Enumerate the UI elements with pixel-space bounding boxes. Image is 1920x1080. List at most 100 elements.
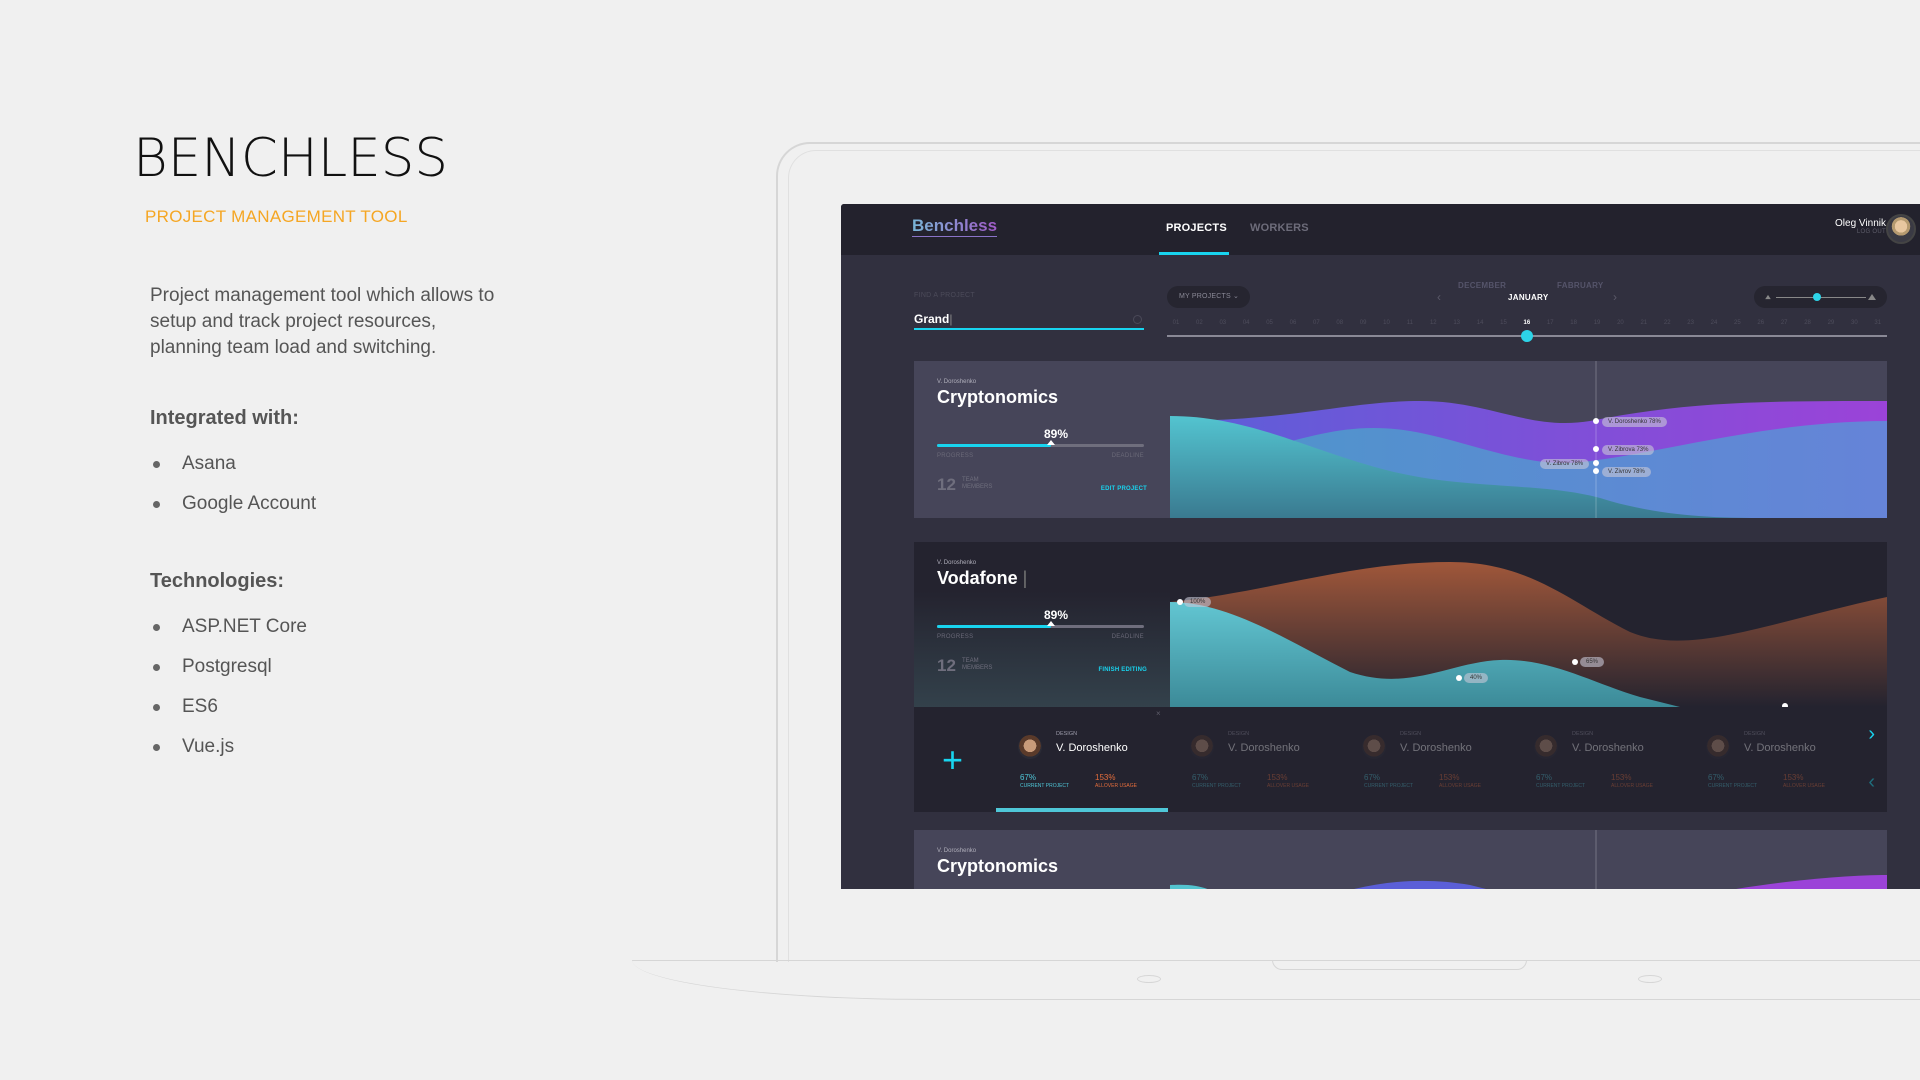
timeline-track[interactable]	[1167, 330, 1887, 342]
bullet-icon	[153, 460, 160, 468]
bullet-icon	[153, 663, 160, 671]
worker-role: DESIGN	[1400, 731, 1422, 737]
day-tick[interactable]: 19	[1588, 320, 1606, 326]
day-tick[interactable]: 15	[1494, 320, 1512, 326]
day-tick[interactable]: 29	[1822, 320, 1840, 326]
current-project-label: CURRENT PROJECT	[1536, 783, 1586, 789]
project-card[interactable]: V. Doroshenko Cryptonomics	[914, 830, 1887, 889]
my-projects-dropdown[interactable]: MY PROJECTS ⌄	[1167, 286, 1250, 308]
timeline-handle[interactable]	[1521, 330, 1533, 342]
worker-card[interactable]: DESIGN V. Doroshenko 67% CURRENT PROJECT 153…	[1512, 707, 1684, 812]
day-tick[interactable]: 20	[1611, 320, 1629, 326]
next-month-icon[interactable]: ›	[1613, 290, 1617, 304]
load-point[interactable]	[1593, 446, 1599, 452]
load-point[interactable]	[1593, 460, 1599, 466]
month-prev[interactable]: DECEMBER	[1458, 281, 1506, 290]
worker-load-tag[interactable]: 65%	[1580, 657, 1605, 667]
current-project-percent: 67%	[1708, 773, 1725, 782]
load-point[interactable]	[1177, 599, 1183, 605]
prev-workers-icon[interactable]: ‹	[1868, 771, 1875, 794]
edit-project-button[interactable]: EDIT PROJECT	[1101, 486, 1147, 492]
zoom-handle[interactable]	[1812, 293, 1821, 301]
worker-card[interactable]: DESIGN V. Doroshenko 67% CURRENT PROJECT 153…	[996, 707, 1168, 812]
project-name: Cryptonomics	[937, 387, 1059, 407]
project-card[interactable]: V. Doroshenko Cryptonomics 89% PROGRESS …	[914, 361, 1887, 518]
day-tick[interactable]: 09	[1354, 320, 1372, 326]
load-point[interactable]	[1593, 418, 1599, 424]
next-workers-icon[interactable]: ›	[1868, 723, 1875, 746]
logout-link[interactable]: LOG OUT	[1835, 229, 1886, 235]
worker-role: DESIGN	[1056, 731, 1078, 737]
day-tick[interactable]: 16	[1518, 320, 1536, 326]
zoom-slider[interactable]	[1754, 286, 1887, 308]
day-tick[interactable]: 25	[1728, 320, 1746, 326]
day-tick[interactable]: 27	[1775, 320, 1793, 326]
day-tick[interactable]: 22	[1658, 320, 1676, 326]
load-point[interactable]	[1572, 659, 1578, 665]
worker-card[interactable]: DESIGN V. Doroshenko 67% CURRENT PROJECT 153…	[1340, 707, 1512, 812]
slide-subtitle: PROJECT MANAGEMENT TOOL	[145, 207, 408, 226]
day-tick[interactable]: 06	[1284, 320, 1302, 326]
day-tick[interactable]: 23	[1682, 320, 1700, 326]
slide-description: Project management tool which allows to …	[150, 285, 495, 358]
day-tick[interactable]: 17	[1541, 320, 1559, 326]
search-icon[interactable]	[1133, 315, 1142, 324]
worker-load-tag[interactable]: 40%	[1464, 673, 1489, 683]
day-tick[interactable]: 18	[1565, 320, 1583, 326]
day-tick[interactable]: 12	[1424, 320, 1442, 326]
day-tick[interactable]: 24	[1705, 320, 1723, 326]
progress-bar	[937, 621, 1144, 628]
worker-load-tag[interactable]: V. Zibrov 78%	[1540, 459, 1590, 469]
day-tick[interactable]: 03	[1214, 320, 1232, 326]
day-tick[interactable]: 02	[1190, 320, 1208, 326]
day-tick[interactable]: 26	[1752, 320, 1770, 326]
day-tick[interactable]: 05	[1261, 320, 1279, 326]
allover-usage-percent: 153%	[1611, 773, 1632, 782]
project-card[interactable]: V. Doroshenko Vodafone | 89% PROGRESS DE…	[914, 542, 1887, 707]
day-tick[interactable]: 07	[1307, 320, 1325, 326]
worker-card[interactable]: DESIGN V. Doroshenko 67% CURRENT PROJECT 153…	[1684, 707, 1856, 812]
current-project-label: CURRENT PROJECT	[1020, 783, 1070, 789]
worker-load-tag[interactable]: V. Zibrova 73%	[1602, 445, 1655, 455]
allover-usage-label: ALLOVER USAGE	[1783, 783, 1825, 789]
day-tick[interactable]: 11	[1401, 320, 1419, 326]
day-tick[interactable]: 30	[1845, 320, 1863, 326]
worker-load-tag[interactable]: 100%	[1184, 597, 1212, 607]
add-worker-button[interactable]: +	[942, 739, 963, 781]
load-point[interactable]	[1456, 675, 1462, 681]
day-tick[interactable]: 28	[1799, 320, 1817, 326]
active-tab-indicator	[1159, 252, 1229, 255]
worker-avatar	[1190, 735, 1214, 759]
day-tick[interactable]: 10	[1378, 320, 1396, 326]
month-next[interactable]: FABRUARY	[1557, 281, 1604, 290]
list-item: Vue.js	[153, 727, 553, 767]
user-avatar[interactable]	[1886, 214, 1916, 244]
load-point[interactable]	[1593, 468, 1599, 474]
search-input[interactable]: Grand|	[914, 312, 1144, 330]
tab-projects[interactable]: PROJECTS	[1166, 222, 1227, 234]
worker-card[interactable]: DESIGN V. Doroshenko 67% CURRENT PROJECT 153…	[1168, 707, 1340, 812]
day-tick[interactable]: 31	[1869, 320, 1887, 326]
team-count: 12	[937, 475, 956, 494]
zoom-in-icon[interactable]	[1868, 294, 1876, 300]
day-tick[interactable]: 14	[1471, 320, 1489, 326]
finish-editing-button[interactable]: FINISH EDITING	[1099, 667, 1147, 673]
allover-usage-label: ALLOVER USAGE	[1611, 783, 1653, 789]
worker-load-tag[interactable]: V. Doroshenko 78%	[1602, 417, 1667, 427]
prev-month-icon[interactable]: ‹	[1437, 290, 1441, 304]
day-tick[interactable]: 08	[1331, 320, 1349, 326]
tab-workers[interactable]: WORKERS	[1250, 222, 1309, 234]
app-logo[interactable]: Benchless	[912, 216, 998, 237]
allover-usage-percent: 153%	[1783, 773, 1804, 782]
project-name: Cryptonomics	[937, 856, 1059, 876]
day-tick[interactable]: 01	[1167, 320, 1185, 326]
day-tick[interactable]: 13	[1448, 320, 1466, 326]
project-owner: V. Doroshenko	[937, 379, 977, 385]
day-tick[interactable]: 21	[1635, 320, 1653, 326]
zoom-out-icon[interactable]	[1765, 294, 1771, 300]
load-area	[1736, 875, 1887, 889]
allover-usage-label: ALLOVER USAGE	[1267, 783, 1309, 789]
list-item: Asana	[153, 444, 553, 484]
day-tick[interactable]: 04	[1237, 320, 1255, 326]
worker-load-tag[interactable]: V. Zivrov 78%	[1602, 467, 1651, 477]
